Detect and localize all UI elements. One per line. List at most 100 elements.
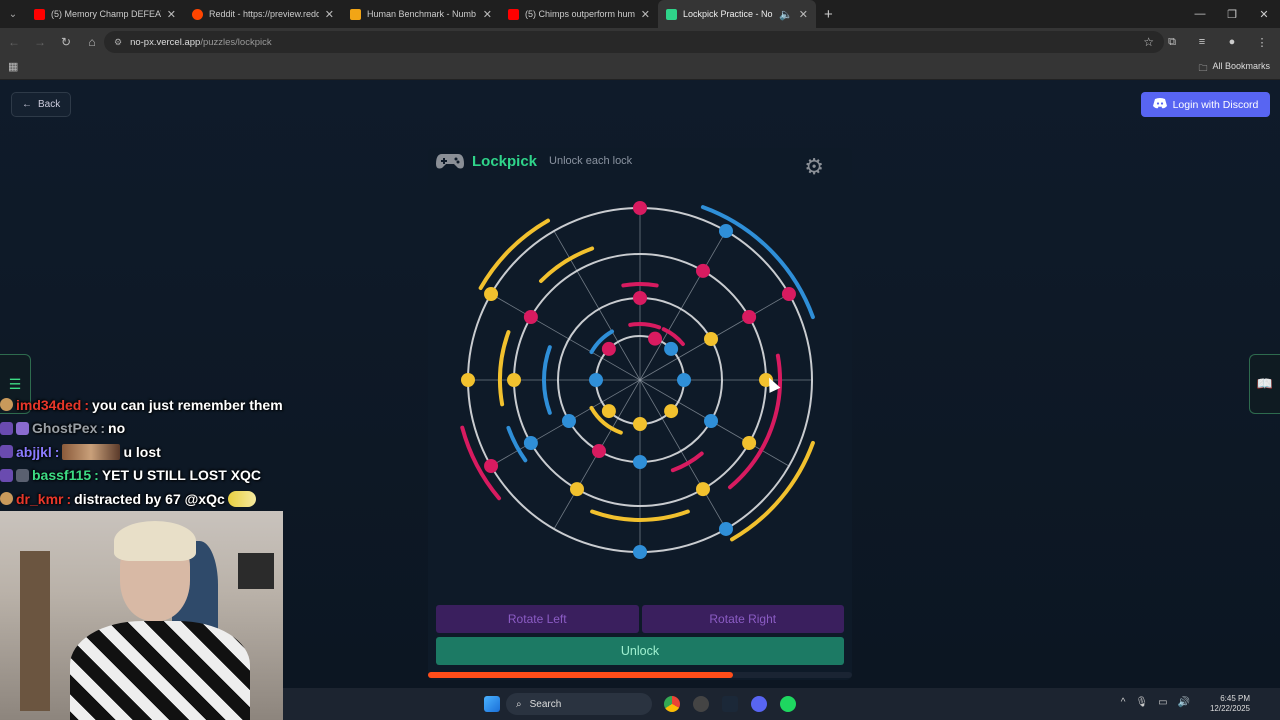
- restore-icon[interactable]: ❐: [1216, 0, 1248, 28]
- back-button[interactable]: ← Back: [11, 92, 72, 117]
- extensions-icon[interactable]: ⧉: [1162, 31, 1182, 53]
- back-arrow-icon[interactable]: ←: [2, 30, 26, 54]
- badge-icon: [0, 445, 13, 459]
- discord-label: Login with Discord: [1172, 98, 1259, 111]
- volume-icon[interactable]: 🔊: [1178, 697, 1190, 708]
- nopixel-icon: [666, 8, 677, 20]
- browser-tab[interactable]: (5) Memory Champ DEFEATS H ✕: [26, 0, 184, 28]
- timer-bar-fill: [428, 672, 734, 678]
- rotate-left-button[interactable]: Rotate Left: [436, 605, 639, 633]
- lock-pin: [696, 263, 710, 278]
- chat-colon: :: [54, 443, 60, 460]
- humanbenchmark-icon: [350, 8, 361, 20]
- close-icon[interactable]: ✕: [167, 8, 176, 21]
- lock-pin: [561, 414, 576, 428]
- lock-arc: [478, 218, 550, 290]
- browser-tab[interactable]: (5) Chimps outperform humans ✕: [500, 0, 658, 28]
- media-icon[interactable]: ≡: [1192, 31, 1212, 53]
- back-label: Back: [38, 99, 61, 110]
- lock-pin: [523, 310, 538, 324]
- rotate-right-button[interactable]: Rotate Right: [641, 605, 844, 633]
- badge-icon: [0, 421, 13, 435]
- chat-text: YET U STILL LOST XQC: [101, 467, 262, 484]
- close-icon[interactable]: ✕: [641, 8, 650, 21]
- network-icon[interactable]: ▭: [1158, 697, 1167, 708]
- page-title: Lockpick: [472, 152, 538, 170]
- taskbar-clock[interactable]: 6:45 PM 12/22/2025: [1210, 694, 1250, 714]
- tab-search-icon[interactable]: ⌄: [0, 0, 26, 28]
- lock-pin: [633, 545, 647, 559]
- browser-tab[interactable]: Human Benchmark - Numb ✕: [342, 0, 500, 28]
- lock-pin: [633, 291, 647, 305]
- chat-username: dr_kmr: [16, 490, 64, 507]
- new-tab-button[interactable]: +: [824, 6, 833, 23]
- login-discord-button[interactable]: Login with Discord: [1141, 92, 1270, 117]
- steam-icon[interactable]: [722, 696, 738, 712]
- spotify-icon[interactable]: [780, 696, 796, 712]
- microphone-icon[interactable]: 🎙: [1135, 697, 1148, 708]
- lock-pin: [719, 521, 733, 536]
- chat-username: bassf115: [32, 467, 92, 484]
- gear-icon[interactable]: ⚙: [804, 154, 824, 180]
- emote-image: [227, 490, 256, 507]
- chat-text: no: [108, 420, 126, 437]
- panel-header: Lockpick Unlock each lock: [436, 152, 632, 170]
- lock-pin: [589, 373, 603, 387]
- obs-icon[interactable]: [693, 696, 709, 712]
- chrome-icon[interactable]: [664, 696, 680, 712]
- browser-tab-active[interactable]: Lockpick Practice - NoPixel 🔈 ✕: [658, 0, 816, 28]
- browser-tab-bar: ⌄ (5) Memory Champ DEFEATS H ✕ Reddit - …: [0, 0, 1280, 28]
- chat-message: GhostPex: no: [0, 417, 300, 441]
- forward-arrow-icon[interactable]: →: [28, 30, 52, 54]
- close-icon[interactable]: ✕: [325, 8, 334, 21]
- profile-avatar-icon[interactable]: ●: [1222, 31, 1242, 53]
- discord-taskbar-icon[interactable]: [751, 696, 767, 712]
- tab-title: Human Benchmark - Numb: [367, 9, 477, 19]
- url-path: /puzzles/lockpick: [200, 36, 272, 48]
- chat-colon: :: [94, 467, 99, 484]
- unlock-button[interactable]: Unlock: [436, 637, 844, 665]
- address-bar-row: ← → ↻ ⌂ ⚙ no-px.vercel.app/puzzles/lockp…: [0, 28, 1280, 56]
- all-bookmarks-button[interactable]: 🗀 All Bookmarks: [1198, 61, 1270, 77]
- reload-icon[interactable]: ↻: [54, 30, 78, 54]
- lock-pin: [484, 287, 499, 301]
- close-icon[interactable]: ✕: [483, 8, 492, 21]
- browser-tab[interactable]: Reddit - https://preview.redd.it ✕: [184, 0, 342, 28]
- speaker-icon[interactable]: 🔈: [779, 8, 793, 21]
- minimize-icon[interactable]: —: [1184, 0, 1216, 28]
- reddit-icon: [192, 8, 203, 20]
- apps-grid-icon[interactable]: ▦: [8, 60, 18, 73]
- site-info-icon[interactable]: ⚙: [114, 37, 122, 48]
- chat-username: imd34ded: [16, 396, 82, 413]
- more-menu-icon[interactable]: ⋮: [1252, 31, 1272, 53]
- webcam-shelf: [20, 551, 50, 711]
- windows-start-icon[interactable]: [484, 696, 500, 712]
- clock-time: 6:45 PM: [1220, 694, 1250, 703]
- lock-pin: [461, 373, 475, 387]
- badge-icon: [0, 398, 13, 412]
- chat-text: you can just remember them: [92, 396, 283, 413]
- right-drawer-book-icon[interactable]: 📖: [1249, 354, 1280, 414]
- search-label: Search: [529, 698, 562, 710]
- taskbar-search[interactable]: ⌕ Search: [506, 693, 652, 715]
- home-icon[interactable]: ⌂: [80, 30, 104, 54]
- lock-pin: [601, 341, 616, 356]
- chat-message: imd34ded: you can just remember them: [0, 393, 300, 417]
- lock-pin: [648, 331, 663, 346]
- bookmark-star-icon[interactable]: ☆: [1143, 35, 1154, 49]
- lock-pin: [633, 417, 647, 431]
- url-input[interactable]: ⚙ no-px.vercel.app/puzzles/lockpick ☆: [104, 31, 1164, 53]
- chevron-up-icon[interactable]: ^: [1121, 697, 1126, 708]
- lock-pin: [507, 373, 521, 387]
- youtube-icon: [508, 8, 519, 20]
- lock-pin: [523, 436, 538, 450]
- close-icon[interactable]: ✕: [799, 8, 808, 21]
- lock-spoke: [553, 230, 641, 381]
- lock-spoke: [639, 230, 727, 381]
- lock-pin: [664, 341, 679, 356]
- chat-message: abjjkl: u lost: [0, 440, 300, 464]
- lock-pin: [633, 201, 647, 215]
- close-window-icon[interactable]: ✕: [1248, 0, 1280, 28]
- stream-chat: imd34ded: you can just remember them Gho…: [0, 393, 300, 511]
- tab-title: (5) Chimps outperform humans: [525, 9, 635, 19]
